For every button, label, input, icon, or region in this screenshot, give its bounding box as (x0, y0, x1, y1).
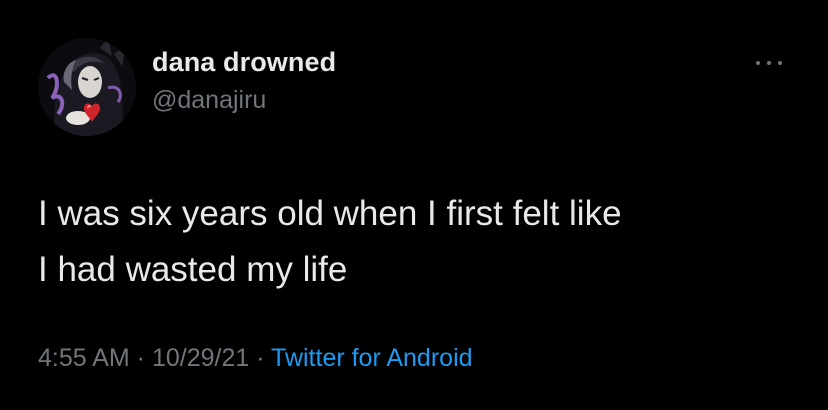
avatar[interactable] (38, 38, 136, 136)
more-dot (767, 61, 771, 65)
tweet-date[interactable]: 10/29/21 (152, 344, 249, 372)
more-options-icon[interactable] (754, 56, 784, 70)
tweet-meta: 4:55 AM · 10/29/21 · Twitter for Android (38, 344, 473, 373)
meta-separator: · (129, 344, 152, 372)
tweet-source-link[interactable]: Twitter for Android (271, 344, 472, 372)
more-dot (756, 61, 760, 65)
meta-separator: · (249, 344, 272, 372)
user-handle[interactable]: @danajiru (152, 86, 266, 115)
tweet-card: dana drowned @danajiru I was six years o… (0, 0, 828, 410)
tweet-text: I was six years old when I first felt li… (38, 194, 622, 289)
tweet-time[interactable]: 4:55 AM (38, 344, 130, 372)
display-name[interactable]: dana drowned (152, 47, 336, 78)
more-dot (778, 61, 782, 65)
profile-avatar-icon (38, 38, 136, 136)
